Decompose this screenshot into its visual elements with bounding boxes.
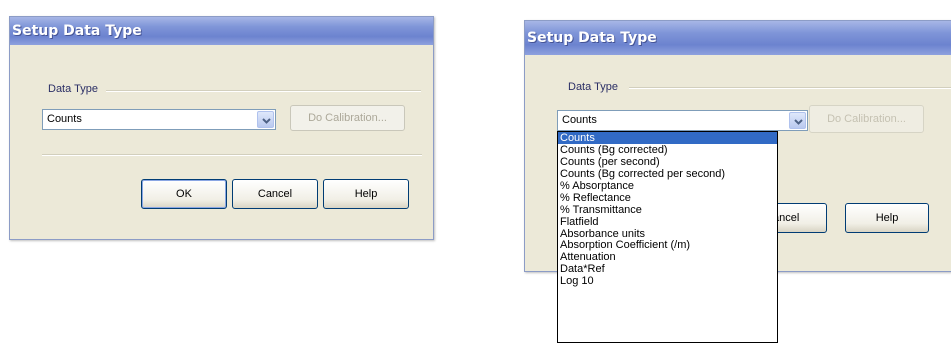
help-button[interactable]: Help [845,203,929,233]
group-divider [629,87,951,89]
chevron-down-icon[interactable] [789,112,806,129]
dropdown-option[interactable]: Counts (Bg corrected per second) [558,168,777,180]
data-type-dropdown-list[interactable]: Counts Counts (Bg corrected) Counts (per s… [557,131,778,343]
dropdown-option[interactable]: Log 10 [558,275,777,287]
cancel-button[interactable]: Cancel [232,179,318,209]
dropdown-option[interactable]: Data*Ref [558,263,777,275]
do-calibration-button[interactable]: Do Calibration... [809,105,924,133]
setup-data-type-dialog-right: Setup Data Type Data Type Counts Do Cali… [524,20,951,343]
do-calibration-button[interactable]: Do Calibration... [290,105,405,131]
dropdown-option[interactable]: Attenuation [558,251,777,263]
dropdown-option[interactable]: % Absorptance [558,180,777,192]
data-type-combobox[interactable]: Counts [42,109,276,130]
setup-data-type-dialog-left: Setup Data Type Data Type Counts Do Cali… [9,16,434,240]
dropdown-option[interactable]: Absorbance units [558,228,777,240]
combo-value: Counts [47,113,82,125]
dialog-title-right: Setup Data Type [525,21,951,55]
dropdown-option[interactable]: Flatfield [558,216,777,228]
help-button[interactable]: Help [323,179,409,209]
dropdown-option[interactable]: Counts (Bg corrected) [558,144,777,156]
data-type-combobox[interactable]: Counts [557,110,808,131]
dropdown-option[interactable]: Counts (per second) [558,156,777,168]
separator [42,154,422,156]
ok-button[interactable]: OK [141,179,227,209]
group-divider [106,90,421,92]
dropdown-option[interactable]: % Reflectance [558,192,777,204]
data-type-group-label: Data Type [48,83,98,95]
combo-value: Counts [562,114,597,126]
dropdown-option[interactable]: % Transmittance [558,204,777,216]
dropdown-option[interactable]: Counts [558,132,777,144]
dropdown-option[interactable]: Absorption Coefficient (/m) [558,239,777,251]
dialog-title-left: Setup Data Type [10,17,433,45]
data-type-group-label: Data Type [568,81,618,93]
chevron-down-icon[interactable] [257,111,274,128]
